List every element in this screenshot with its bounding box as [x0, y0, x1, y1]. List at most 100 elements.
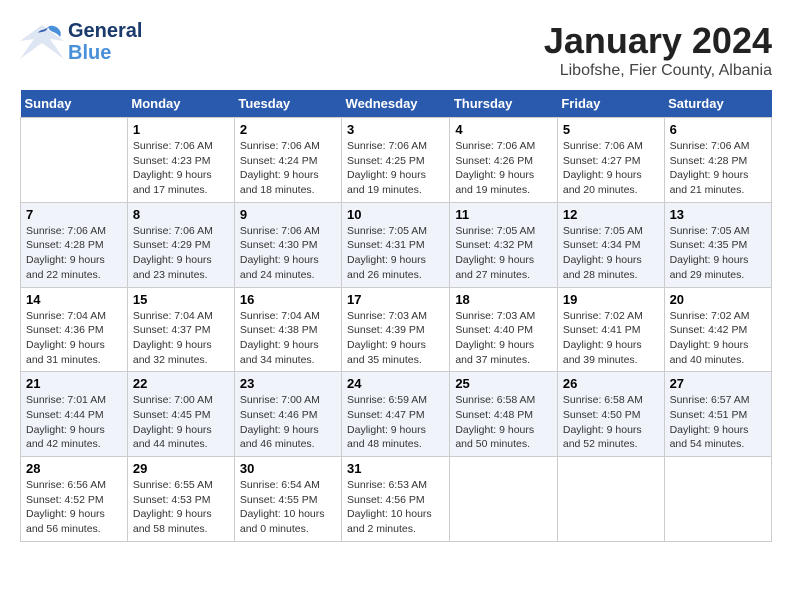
- calendar-cell: 13 Sunrise: 7:05 AM Sunset: 4:35 PM Dayli…: [664, 202, 771, 287]
- day-number: 6: [670, 122, 766, 137]
- day-info: Sunrise: 7:05 AM Sunset: 4:32 PM Dayligh…: [455, 224, 552, 283]
- logo-text: General: [68, 20, 142, 42]
- weekday-header-monday: Monday: [127, 90, 234, 118]
- calendar-cell: 15 Sunrise: 7:04 AM Sunset: 4:37 PM Dayli…: [127, 287, 234, 372]
- day-number: 9: [240, 207, 336, 222]
- day-number: 25: [455, 376, 552, 391]
- day-info: Sunrise: 7:06 AM Sunset: 4:29 PM Dayligh…: [133, 224, 229, 283]
- day-number: 22: [133, 376, 229, 391]
- day-info: Sunrise: 7:05 AM Sunset: 4:35 PM Dayligh…: [670, 224, 766, 283]
- day-number: 7: [26, 207, 122, 222]
- day-info: Sunrise: 6:53 AM Sunset: 4:56 PM Dayligh…: [347, 478, 444, 537]
- calendar-cell: 7 Sunrise: 7:06 AM Sunset: 4:28 PM Daylig…: [21, 202, 128, 287]
- day-info: Sunrise: 6:59 AM Sunset: 4:47 PM Dayligh…: [347, 393, 444, 452]
- day-number: 13: [670, 207, 766, 222]
- day-info: Sunrise: 7:06 AM Sunset: 4:28 PM Dayligh…: [670, 139, 766, 198]
- calendar-cell: 25 Sunrise: 6:58 AM Sunset: 4:48 PM Dayli…: [450, 372, 558, 457]
- calendar-cell: [664, 457, 771, 542]
- calendar-week-5: 28 Sunrise: 6:56 AM Sunset: 4:52 PM Dayli…: [21, 457, 772, 542]
- page-header: General Blue January 2024 Libofshe, Fier…: [20, 20, 772, 80]
- calendar-cell: 6 Sunrise: 7:06 AM Sunset: 4:28 PM Daylig…: [664, 118, 771, 203]
- weekday-header-saturday: Saturday: [664, 90, 771, 118]
- calendar-week-3: 14Sunrise: 7:04 AM Sunset: 4:36 PM Dayli…: [21, 287, 772, 372]
- day-number: 1: [133, 122, 229, 137]
- day-number: 24: [347, 376, 444, 391]
- calendar-cell: 18Sunrise: 7:03 AM Sunset: 4:40 PM Dayli…: [450, 287, 558, 372]
- calendar-cell: 2 Sunrise: 7:06 AM Sunset: 4:24 PM Daylig…: [234, 118, 341, 203]
- calendar-cell: 27 Sunrise: 6:57 AM Sunset: 4:51 PM Dayli…: [664, 372, 771, 457]
- day-number: 12: [563, 207, 659, 222]
- day-number: 17: [347, 292, 444, 307]
- day-info: Sunrise: 7:00 AM Sunset: 4:45 PM Dayligh…: [133, 393, 229, 452]
- day-info: Sunrise: 7:06 AM Sunset: 4:24 PM Dayligh…: [240, 139, 336, 198]
- calendar-cell: 21Sunrise: 7:01 AM Sunset: 4:44 PM Dayli…: [21, 372, 128, 457]
- calendar-cell: [557, 457, 664, 542]
- day-info: Sunrise: 7:02 AM Sunset: 4:41 PM Dayligh…: [563, 309, 659, 368]
- calendar-cell: 5 Sunrise: 7:06 AM Sunset: 4:27 PM Daylig…: [557, 118, 664, 203]
- day-number: 8: [133, 207, 229, 222]
- day-info: Sunrise: 7:06 AM Sunset: 4:30 PM Dayligh…: [240, 224, 336, 283]
- calendar-cell: 29 Sunrise: 6:55 AM Sunset: 4:53 PM Dayli…: [127, 457, 234, 542]
- weekday-header-wednesday: Wednesday: [342, 90, 450, 118]
- day-info: Sunrise: 7:03 AM Sunset: 4:40 PM Dayligh…: [455, 309, 552, 368]
- calendar-cell: 16 Sunrise: 7:04 AM Sunset: 4:38 PM Dayli…: [234, 287, 341, 372]
- day-info: Sunrise: 7:05 AM Sunset: 4:34 PM Dayligh…: [563, 224, 659, 283]
- day-info: Sunrise: 7:01 AM Sunset: 4:44 PM Dayligh…: [26, 393, 122, 452]
- calendar-cell: 20Sunrise: 7:02 AM Sunset: 4:42 PM Dayli…: [664, 287, 771, 372]
- calendar-cell: 24 Sunrise: 6:59 AM Sunset: 4:47 PM Dayli…: [342, 372, 450, 457]
- calendar-cell: 19Sunrise: 7:02 AM Sunset: 4:41 PM Dayli…: [557, 287, 664, 372]
- day-info: Sunrise: 6:54 AM Sunset: 4:55 PM Dayligh…: [240, 478, 336, 537]
- day-info: Sunrise: 7:04 AM Sunset: 4:38 PM Dayligh…: [240, 309, 336, 368]
- calendar-cell: [21, 118, 128, 203]
- calendar-cell: 9 Sunrise: 7:06 AM Sunset: 4:30 PM Daylig…: [234, 202, 341, 287]
- weekday-header-tuesday: Tuesday: [234, 90, 341, 118]
- calendar-cell: 17 Sunrise: 7:03 AM Sunset: 4:39 PM Dayli…: [342, 287, 450, 372]
- day-number: 23: [240, 376, 336, 391]
- day-info: Sunrise: 7:03 AM Sunset: 4:39 PM Dayligh…: [347, 309, 444, 368]
- weekday-header-thursday: Thursday: [450, 90, 558, 118]
- calendar-table: SundayMondayTuesdayWednesdayThursdayFrid…: [20, 90, 772, 542]
- calendar-cell: 8 Sunrise: 7:06 AM Sunset: 4:29 PM Daylig…: [127, 202, 234, 287]
- day-info: Sunrise: 7:06 AM Sunset: 4:28 PM Dayligh…: [26, 224, 122, 283]
- calendar-cell: 28 Sunrise: 6:56 AM Sunset: 4:52 PM Dayli…: [21, 457, 128, 542]
- calendar-cell: 26Sunrise: 6:58 AM Sunset: 4:50 PM Dayli…: [557, 372, 664, 457]
- calendar-week-2: 7 Sunrise: 7:06 AM Sunset: 4:28 PM Daylig…: [21, 202, 772, 287]
- day-info: Sunrise: 7:06 AM Sunset: 4:26 PM Dayligh…: [455, 139, 552, 198]
- day-info: Sunrise: 7:04 AM Sunset: 4:36 PM Dayligh…: [26, 309, 122, 368]
- day-number: 2: [240, 122, 336, 137]
- day-info: Sunrise: 6:57 AM Sunset: 4:51 PM Dayligh…: [670, 393, 766, 452]
- day-number: 27: [670, 376, 766, 391]
- day-number: 16: [240, 292, 336, 307]
- calendar-cell: 30 Sunrise: 6:54 AM Sunset: 4:55 PM Dayli…: [234, 457, 341, 542]
- weekday-header-friday: Friday: [557, 90, 664, 118]
- calendar-cell: 11Sunrise: 7:05 AM Sunset: 4:32 PM Dayli…: [450, 202, 558, 287]
- page-subtitle: Libofshe, Fier County, Albania: [544, 62, 772, 80]
- day-info: Sunrise: 6:56 AM Sunset: 4:52 PM Dayligh…: [26, 478, 122, 537]
- day-info: Sunrise: 7:06 AM Sunset: 4:27 PM Dayligh…: [563, 139, 659, 198]
- day-info: Sunrise: 7:06 AM Sunset: 4:23 PM Dayligh…: [133, 139, 229, 198]
- calendar-cell: 1 Sunrise: 7:06 AM Sunset: 4:23 PM Daylig…: [127, 118, 234, 203]
- day-number: 30: [240, 461, 336, 476]
- day-number: 28: [26, 461, 122, 476]
- day-number: 26: [563, 376, 659, 391]
- calendar-cell: 31 Sunrise: 6:53 AM Sunset: 4:56 PM Dayli…: [342, 457, 450, 542]
- day-number: 5: [563, 122, 659, 137]
- day-number: 10: [347, 207, 444, 222]
- day-info: Sunrise: 6:58 AM Sunset: 4:48 PM Dayligh…: [455, 393, 552, 452]
- day-number: 29: [133, 461, 229, 476]
- calendar-cell: 12 Sunrise: 7:05 AM Sunset: 4:34 PM Dayli…: [557, 202, 664, 287]
- logo-text-blue: Blue: [68, 42, 142, 64]
- day-info: Sunrise: 6:55 AM Sunset: 4:53 PM Dayligh…: [133, 478, 229, 537]
- calendar-cell: 4 Sunrise: 7:06 AM Sunset: 4:26 PM Daylig…: [450, 118, 558, 203]
- day-info: Sunrise: 7:02 AM Sunset: 4:42 PM Dayligh…: [670, 309, 766, 368]
- calendar-cell: 14Sunrise: 7:04 AM Sunset: 4:36 PM Dayli…: [21, 287, 128, 372]
- page-title: January 2024: [544, 20, 772, 62]
- day-number: 31: [347, 461, 444, 476]
- day-info: Sunrise: 7:04 AM Sunset: 4:37 PM Dayligh…: [133, 309, 229, 368]
- calendar-week-1: 1 Sunrise: 7:06 AM Sunset: 4:23 PM Daylig…: [21, 118, 772, 203]
- calendar-cell: 10Sunrise: 7:05 AM Sunset: 4:31 PM Dayli…: [342, 202, 450, 287]
- title-block: January 2024 Libofshe, Fier County, Alba…: [544, 20, 772, 80]
- day-number: 15: [133, 292, 229, 307]
- calendar-cell: 23Sunrise: 7:00 AM Sunset: 4:46 PM Dayli…: [234, 372, 341, 457]
- day-number: 4: [455, 122, 552, 137]
